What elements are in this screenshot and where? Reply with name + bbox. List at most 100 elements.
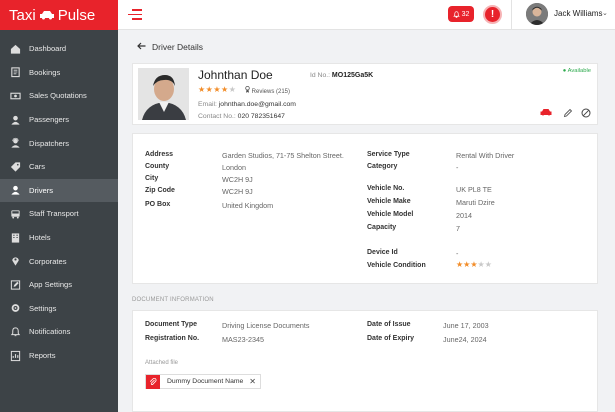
car-icon[interactable] [540,108,552,119]
star-icon: ★ [198,85,206,94]
sidebar-item-label: Passengers [29,115,70,125]
driver-contact: Contact No.: 020 782351647 [198,113,285,120]
sidebar-item-label: Bookings [29,67,61,77]
detail-label: Address [145,151,174,158]
sidebar-item-app-settings[interactable]: App Settings [0,273,118,297]
detail-label: Service Type [367,151,410,158]
driver-email: Email: johnthan.doe@gmail.com [198,101,296,108]
detail-value: UK PL8 TE [456,185,492,194]
sidebar-item-drivers[interactable]: Drivers [0,178,118,203]
document-label: Date of Issue [367,321,411,328]
chevron-down-icon[interactable]: ⌄ [602,9,608,17]
vehicle-condition-stars: ★★★★★ [456,260,492,269]
sidebar-item-label: Sales Quotations [29,91,87,101]
driver-reviews[interactable]: Reviews (215) [245,86,290,95]
sidebar: Dashboard Bookings Sales Quotations Passeng… [0,30,118,412]
sidebar-item-label: Hotels [29,233,51,243]
user-name[interactable]: Jack Williams [554,9,602,18]
main-content: Driver Details Johnthan Doe Id No.: MO12… [118,30,615,412]
money-icon [10,90,21,101]
detail-value: Maruti Dzire [456,198,495,207]
alert-button[interactable]: ! [483,5,502,24]
clipboard-icon [10,67,21,78]
driver-rating-stars: ★★★★★ [198,85,236,94]
detail-label: Vehicle Make [367,198,411,205]
bell-icon [10,326,21,337]
brand-name-left: Taxi [9,6,36,24]
sidebar-item-cars[interactable]: Cars [0,155,118,179]
driver-id-value: MO125Ga5K [331,72,374,79]
document-label: Document Type [145,321,197,328]
sidebar-item-corporates[interactable]: Corporates [0,249,118,273]
detail-label: Vehicle Condition [367,262,426,269]
page-title: Driver Details [152,42,204,52]
detail-value: 7 [456,224,460,233]
attached-file-label: Attached file [145,360,179,366]
driver-profile-card: Johnthan Doe Id No.: MO125Ga5K ★★★★★ Rev… [132,63,598,125]
sidebar-item-label: Cars [29,162,46,172]
hotel-icon [10,232,21,243]
header-divider [511,0,512,30]
sidebar-item-settings[interactable]: Settings [0,297,118,321]
report-icon [10,350,21,361]
sidebar-item-notifications[interactable]: Notifications [0,320,118,344]
gear-icon [10,303,21,314]
driver-details-card: ★★★★★ Address Garden Studios, 71-75 Shelt… [132,133,598,284]
document-value: June 17, 2003 [443,321,489,330]
sidebar-item-bookings[interactable]: Bookings [0,61,118,85]
driver-id-label: Id No.: [310,72,331,79]
sidebar-item-label: App Settings [29,280,73,290]
detail-value: 2014 [456,211,472,220]
document-value: June24, 2024 [443,335,487,344]
edit-icon[interactable] [563,108,573,120]
sidebar-item-label: Drivers [29,185,54,195]
sidebar-item-label: Staff Transport [29,209,79,219]
brand-logo[interactable]: Taxi Pulse [0,0,118,30]
sidebar-item-dashboard[interactable]: Dashboard [0,37,118,61]
detail-label: Category [367,163,398,170]
sidebar-item-label: Settings [29,303,57,313]
alert-glyph: ! [490,9,495,20]
sidebar-item-hotels[interactable]: Hotels [0,226,118,250]
sidebar-item-label: Dispatchers [29,138,70,148]
star-icon: ★ [221,85,229,94]
bell-icon [452,10,460,18]
detail-label: Zip Code [145,187,175,194]
star-icon: ★ [484,260,492,269]
sidebar-item-staff-transport[interactable]: Staff Transport [0,202,118,226]
user-icon [10,114,21,125]
menu-toggle-icon[interactable] [128,9,142,21]
notifications-count: 32 [461,10,470,18]
reviews-label: Reviews (215) [251,89,291,95]
detail-value: - [456,249,459,258]
contact-value: 020 782351647 [237,113,285,120]
detail-value: Garden Studios, 71-75 Shelton Street. [222,151,344,160]
sidebar-item-passengers[interactable]: Passengers [0,108,118,132]
driver-icon [10,185,21,196]
edit-icon [10,279,21,290]
home-icon [10,43,21,54]
detail-value: - [456,163,459,172]
email-value: johnthan.doe@gmail.com [218,101,296,108]
document-value: Driving License Documents [222,321,310,330]
pin-icon [10,256,21,267]
detail-value: London [222,163,246,172]
star-icon: ★ [213,85,222,94]
driver-name: Johnthan Doe [198,68,273,82]
remove-file-icon[interactable]: ✕ [249,377,260,386]
sidebar-item-reports[interactable]: Reports [0,344,118,368]
detail-label: County [145,163,170,170]
detail-label: Capacity [367,224,397,231]
award-icon [245,86,250,93]
user-avatar[interactable] [526,3,548,25]
back-arrow-icon[interactable] [137,42,146,52]
block-icon[interactable] [581,108,591,120]
top-bar: 32 ! Jack Williams ⌄ [118,0,615,30]
attached-file-chip[interactable]: Dummy Document Name ✕ [145,374,261,389]
sidebar-item-sales-quotations[interactable]: Sales Quotations [0,84,118,108]
brand-name-right: Pulse [57,6,96,24]
document-label: Registration No. [145,335,200,342]
notifications-button[interactable]: 32 [448,6,474,22]
sidebar-item-dispatchers[interactable]: Dispatchers [0,131,118,155]
star-icon: ★ [228,85,237,94]
